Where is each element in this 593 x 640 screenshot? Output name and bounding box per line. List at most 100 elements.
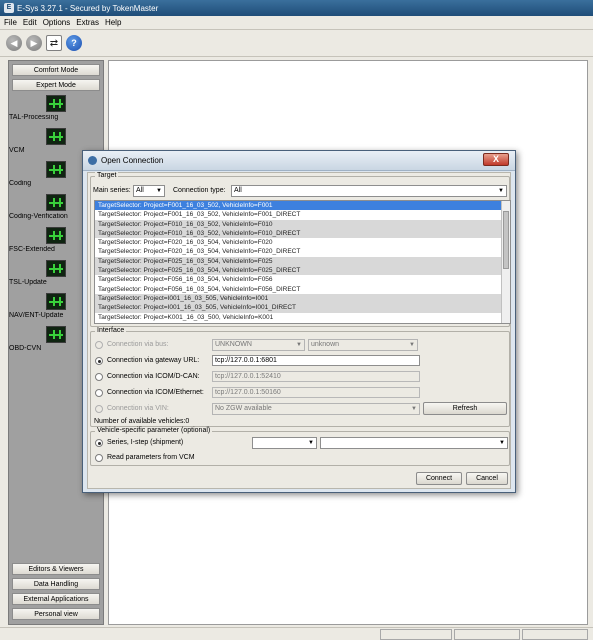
icom-ethernet-field[interactable]: tcp://127.0.0.1:50160 (212, 387, 420, 398)
editors-viewers-button[interactable]: Editors & Viewers (12, 563, 100, 575)
read-vcm-radio[interactable] (95, 454, 103, 462)
module-label: OBD-CVN (9, 345, 42, 352)
cancel-button[interactable]: Cancel (466, 472, 508, 485)
title-bar: E E-Sys 3.27.1 - Secured by TokenMaster (0, 0, 593, 16)
personal-view-button[interactable]: Personal view (12, 608, 100, 620)
list-item[interactable]: TargetSelector: Project=I001_16_03_505, … (95, 303, 510, 313)
list-item[interactable]: TargetSelector: Project=K001_16_03_500, … (95, 313, 510, 322)
chevron-down-icon: ▼ (156, 188, 162, 194)
list-item[interactable]: TargetSelector: Project=F025_16_03_504, … (95, 256, 510, 267)
available-vehicles-count: Number of available vehicles:0 (94, 418, 190, 425)
interface-group: Interface Connection via bus: UNKNOWN ▼ … (90, 327, 510, 427)
module-label: TSL-Update (9, 279, 47, 286)
vin-value: No ZGW available (215, 405, 272, 412)
gateway-radio[interactable] (95, 357, 103, 365)
target-group: Target Main series: All ▼ Connection typ… (90, 172, 511, 327)
chevron-down-icon: ▼ (499, 440, 505, 446)
connect-icon[interactable]: ⇄ (46, 35, 62, 51)
list-item[interactable]: TargetSelector: Project=F056_16_03_504, … (95, 275, 510, 284)
list-item[interactable]: TargetSelector: Project=F001_16_03_502, … (95, 201, 510, 211)
gateway-label: Connection via gateway URL: (107, 357, 200, 364)
series-istep-label: Series, I-step (shipment) (107, 439, 184, 446)
oscilloscope-icon (46, 95, 66, 112)
chevron-down-icon: ▼ (308, 440, 314, 446)
bus-value: UNKNOWN (215, 341, 252, 348)
list-item[interactable]: TargetSelector: Project=F010_16_03_502, … (95, 219, 510, 229)
open-connection-dialog: Open Connection X Target Main series: Al… (82, 150, 516, 493)
list-item[interactable]: TargetSelector: Project=F025_16_03_504, … (95, 266, 510, 276)
main-series-label: Main series: (93, 187, 131, 194)
module-label: TAL-Processing (9, 114, 59, 121)
read-vcm-label: Read parameters from VCM (107, 454, 195, 461)
istep-select[interactable]: ▼ (320, 437, 508, 449)
list-item[interactable]: TargetSelector: Project=F056_16_03_504, … (95, 285, 510, 294)
module-label: FSC-Extended (9, 246, 55, 253)
connection-type-select[interactable]: All ▼ (231, 185, 507, 197)
list-item[interactable]: TargetSelector: Project=F020_16_03_504, … (95, 238, 510, 247)
icom-ethernet-label: Connection via ICOM/Ethernet: (107, 389, 204, 396)
module-vcm[interactable]: VCM (9, 128, 103, 154)
target-list[interactable]: TargetSelector: Project=F001_16_03_502, … (94, 200, 511, 324)
toolbar: ◀ ▶ ⇄ ? (0, 30, 593, 57)
target-legend: Target (95, 172, 119, 179)
external-applications-button[interactable]: External Applications (12, 593, 100, 605)
vin-radio[interactable] (95, 405, 103, 413)
gateway-url-field[interactable]: tcp://127.0.0.1:6801 (212, 355, 420, 366)
back-icon[interactable]: ◀ (6, 35, 22, 51)
status-cell (454, 629, 520, 640)
chevron-down-icon: ▼ (296, 342, 302, 348)
expert-mode-button[interactable]: Expert Mode (12, 79, 100, 91)
vin-select[interactable]: No ZGW available ▼ (212, 403, 420, 415)
series-select[interactable]: ▼ (252, 437, 317, 449)
dialog-title: Open Connection (101, 156, 164, 165)
oscilloscope-icon (46, 227, 66, 244)
menu-edit[interactable]: Edit (23, 18, 37, 27)
connection-type-value: All (234, 187, 242, 194)
app-icon: E (4, 3, 14, 13)
window-title: E-Sys 3.27.1 - Secured by TokenMaster (17, 3, 159, 13)
oscilloscope-icon (46, 161, 66, 178)
refresh-button[interactable]: Refresh (423, 402, 507, 415)
main-series-select[interactable]: All ▼ (133, 185, 165, 197)
bus-sub-select[interactable]: unknown ▼ (308, 339, 418, 351)
connect-button[interactable]: Connect (416, 472, 462, 485)
dialog-body: Target Main series: All ▼ Connection typ… (87, 172, 511, 489)
menu-help[interactable]: Help (105, 18, 121, 27)
menu-extras[interactable]: Extras (76, 18, 99, 27)
oscilloscope-icon (46, 128, 66, 145)
list-item[interactable]: TargetSelector: Project=I001_16_03_505, … (95, 293, 510, 304)
forward-icon[interactable]: ▶ (26, 35, 42, 51)
list-scrollbar[interactable] (501, 201, 510, 323)
connection-type-label: Connection type: (173, 187, 226, 194)
chevron-down-icon: ▼ (409, 342, 415, 348)
scrollbar-thumb[interactable] (503, 211, 509, 269)
icom-ethernet-radio[interactable] (95, 389, 103, 397)
close-button[interactable]: X (483, 153, 509, 166)
app-window: E E-Sys 3.27.1 - Secured by TokenMaster … (0, 0, 593, 640)
list-item[interactable]: TargetSelector: Project=F010_16_03_502, … (95, 228, 510, 239)
vehicle-parameter-legend: Vehicle-specific parameter (optional) (95, 427, 213, 434)
help-icon[interactable]: ? (66, 35, 82, 51)
icom-dcan-field[interactable]: tcp://127.0.0.1:52410 (212, 371, 420, 382)
bus-select[interactable]: UNKNOWN ▼ (212, 339, 305, 351)
menu-file[interactable]: File (4, 18, 17, 27)
status-cell (522, 629, 588, 640)
comfort-mode-button[interactable]: Comfort Mode (12, 64, 100, 76)
oscilloscope-icon (46, 260, 66, 277)
menu-options[interactable]: Options (43, 18, 71, 27)
list-item[interactable]: TargetSelector: Project=F001_16_03_502, … (95, 210, 510, 219)
oscilloscope-icon (46, 194, 66, 211)
vehicle-parameter-group: Vehicle-specific parameter (optional) Se… (90, 427, 510, 466)
icom-dcan-label: Connection via ICOM/D-CAN: (107, 373, 200, 380)
list-item[interactable]: TargetSelector: Project=F020_16_03_504, … (95, 247, 510, 256)
status-bar (0, 627, 593, 640)
menu-bar: File Edit Options Extras Help (0, 16, 593, 30)
connection-icon (88, 156, 97, 165)
module-label: NAV/ENT-Update (9, 312, 64, 319)
series-istep-radio[interactable] (95, 439, 103, 447)
data-handling-button[interactable]: Data Handling (12, 578, 100, 590)
module-tal-processing[interactable]: TAL-Processing (9, 95, 103, 121)
bus-radio[interactable] (95, 341, 103, 349)
icom-dcan-radio[interactable] (95, 373, 103, 381)
oscilloscope-icon (46, 293, 66, 310)
